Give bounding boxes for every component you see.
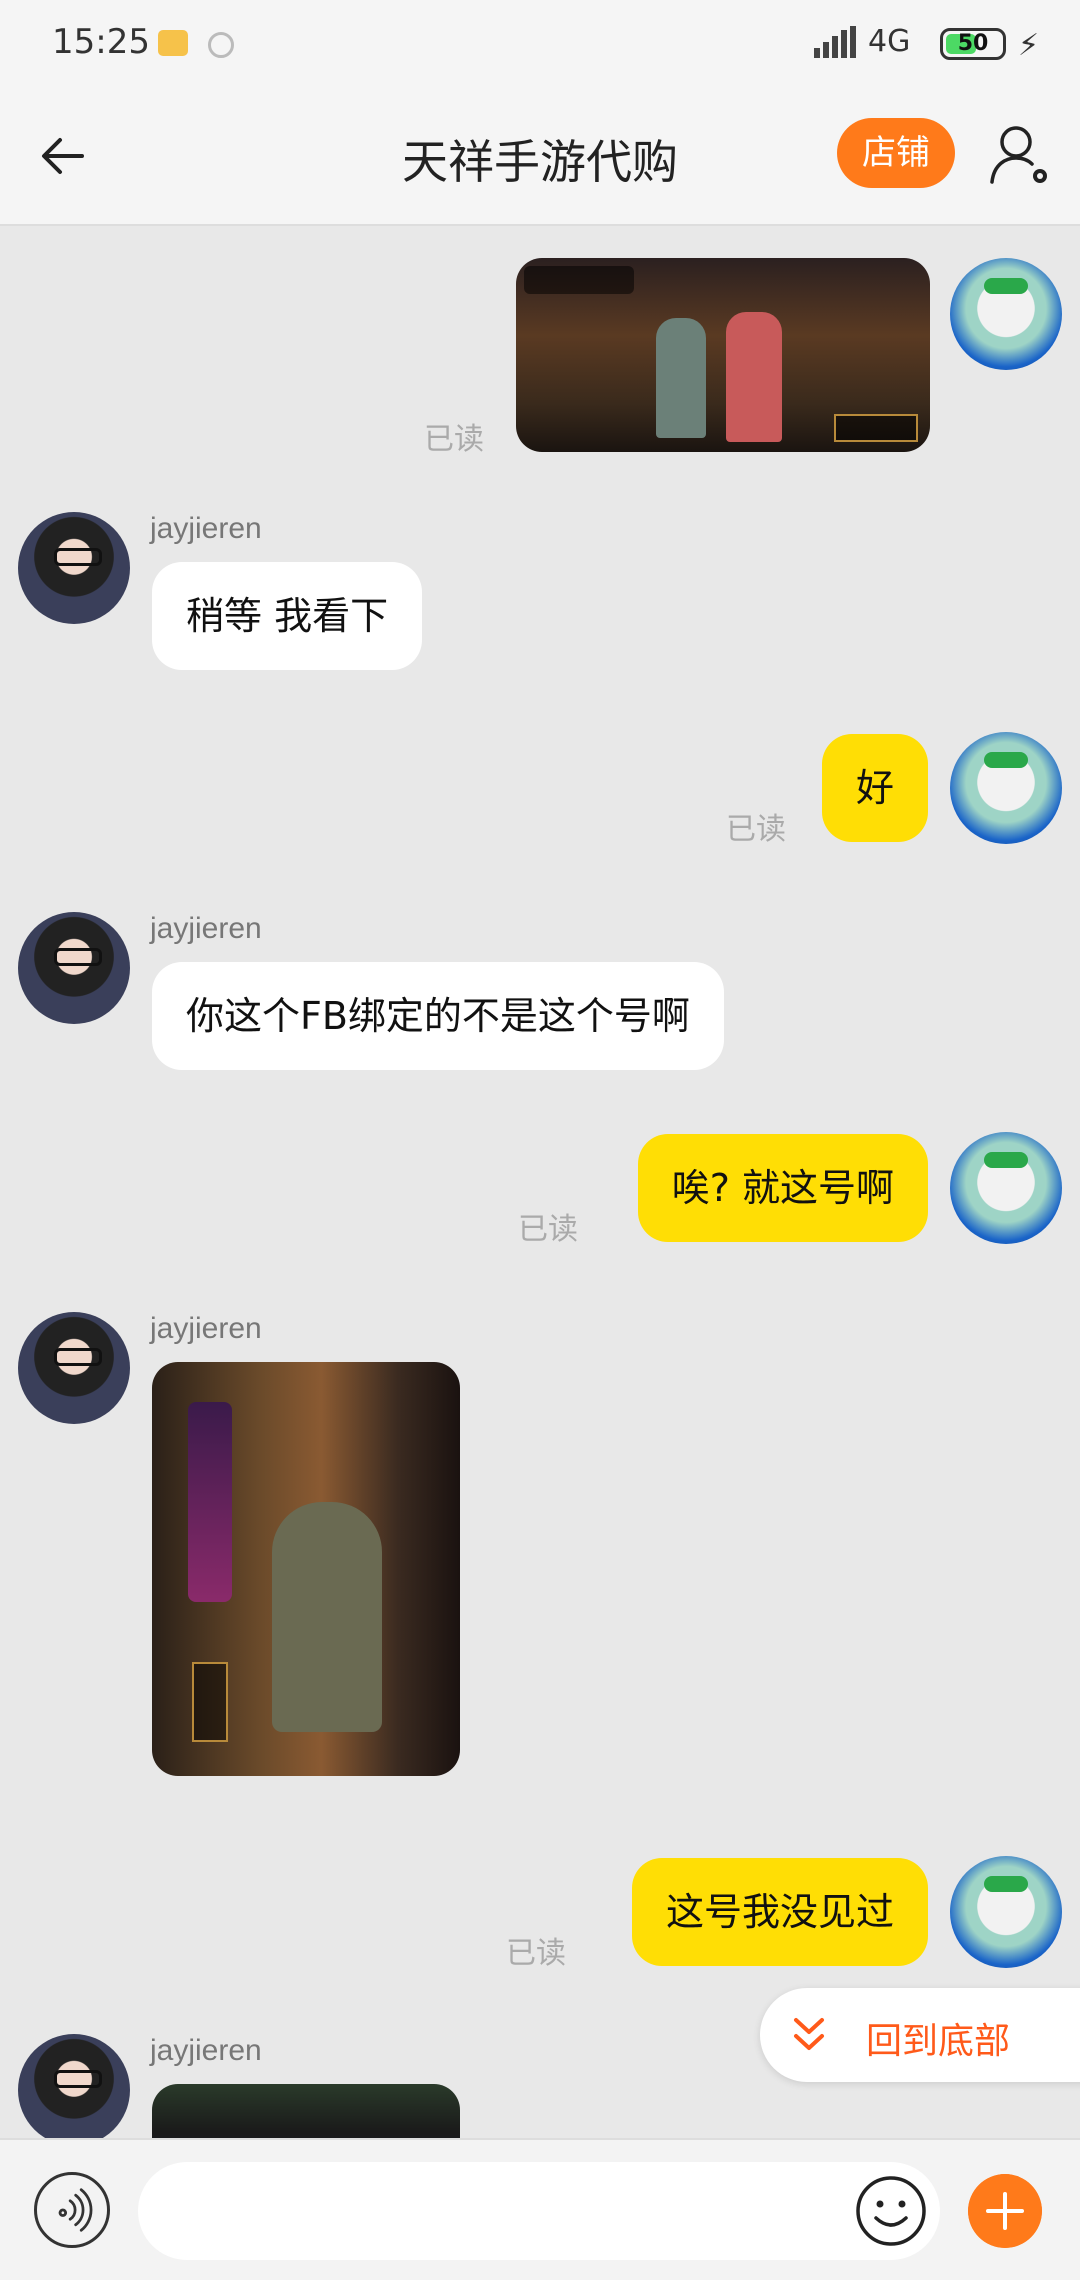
scroll-to-bottom-label: 回到底部	[866, 2021, 1011, 2062]
mail-notification-icon	[158, 30, 188, 56]
charging-icon: ⚡	[1018, 28, 1040, 63]
sent-text-message[interactable]: 唉? 就这号啊	[637, 1134, 928, 1242]
contact-avatar[interactable]	[18, 2034, 130, 2138]
self-avatar[interactable]	[950, 1132, 1062, 1244]
contact-avatar[interactable]	[18, 1312, 130, 1424]
signal-icon	[814, 26, 858, 58]
battery-level: 50	[957, 31, 989, 56]
read-receipt: 已读	[424, 422, 484, 457]
sent-image-message[interactable]	[516, 258, 930, 452]
read-receipt: 已读	[506, 1936, 566, 1971]
contact-avatar[interactable]	[18, 912, 130, 1024]
message-input-bar	[0, 2138, 1080, 2280]
read-receipt: 已读	[726, 812, 786, 847]
network-type: 4G	[868, 24, 911, 59]
sender-name: jayjieren	[150, 1312, 262, 1345]
emoji-icon[interactable]	[854, 2174, 928, 2248]
message-input[interactable]	[138, 2162, 940, 2260]
received-text-message[interactable]: 你这个FB绑定的不是这个号啊	[152, 962, 724, 1070]
contact-avatar[interactable]	[18, 512, 130, 624]
message-list[interactable]: 已读 jayjieren 稍等 我看下 好 已读 jayjieren 你这个FB…	[0, 228, 1080, 2138]
sender-name: jayjieren	[150, 2034, 262, 2067]
double-chevron-down-icon	[794, 2018, 824, 2050]
alarm-icon	[208, 32, 234, 58]
sender-name: jayjieren	[150, 912, 262, 945]
shop-button[interactable]: 店铺	[837, 118, 955, 188]
user-settings-icon[interactable]	[988, 122, 1052, 188]
received-image-message[interactable]	[152, 1362, 460, 1776]
read-receipt: 已读	[518, 1212, 578, 1247]
plus-icon[interactable]	[968, 2174, 1042, 2248]
sent-text-message[interactable]: 好	[821, 734, 928, 842]
status-bar: 15:25 4G 50 ⚡	[0, 0, 1080, 90]
received-text-message[interactable]: 稍等 我看下	[152, 562, 423, 670]
self-avatar[interactable]	[950, 258, 1062, 370]
received-image-message[interactable]	[152, 2084, 460, 2138]
self-avatar[interactable]	[950, 732, 1062, 844]
voice-input-icon[interactable]	[34, 2172, 110, 2248]
scroll-to-bottom-button[interactable]: 回到底部	[760, 1988, 1080, 2082]
self-avatar[interactable]	[950, 1856, 1062, 1968]
sender-name: jayjieren	[150, 512, 262, 545]
status-time: 15:25	[52, 22, 150, 62]
sent-text-message[interactable]: 这号我没见过	[631, 1858, 928, 1966]
chat-header: 天祥手游代购 店铺	[0, 90, 1080, 226]
battery-icon: 50	[940, 28, 1006, 60]
